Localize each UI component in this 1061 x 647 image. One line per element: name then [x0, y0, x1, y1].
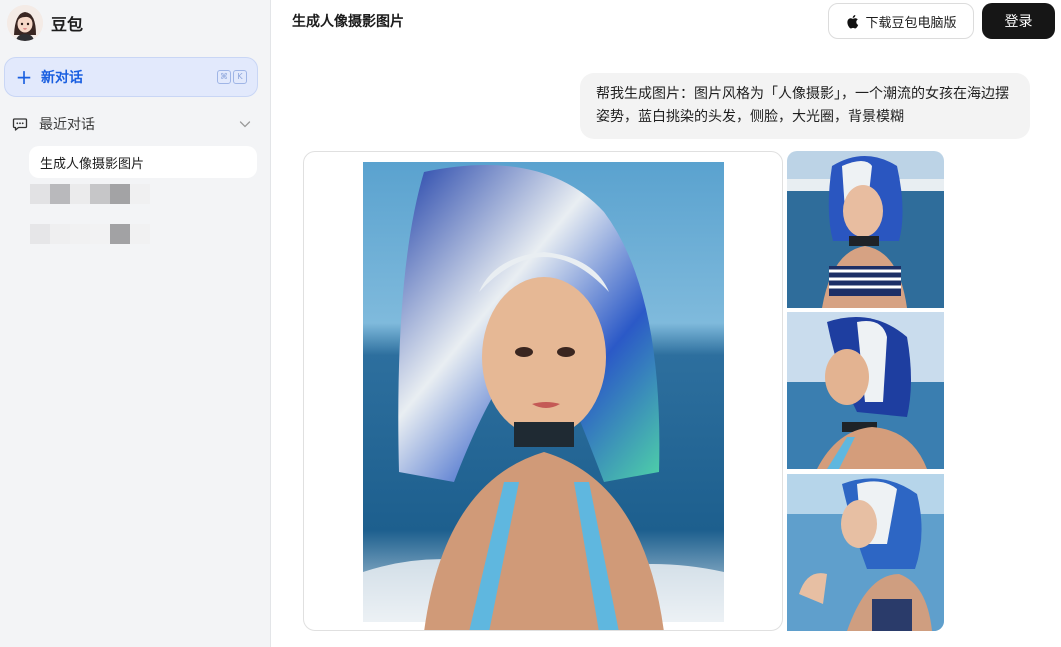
chevron-down-icon[interactable] [238, 117, 252, 131]
user-message-bubble: 帮我生成图片：图片风格为「人像摄影」，一个潮流的女孩在海边摆姿势，蓝白挑染的头发… [580, 73, 1030, 139]
page-title: 生成人像摄影图片 [292, 14, 404, 30]
chat-bubble-icon [12, 118, 28, 131]
sidebar: 豆包 + 新对话 ⌘ K 最近对话 生成人像摄影图片 [0, 0, 271, 647]
conversation-label: 生成人像摄影图片 [40, 156, 145, 172]
generated-image-thumbnail[interactable] [787, 151, 944, 308]
brand-name: 豆包 [51, 15, 84, 34]
generated-image-main[interactable] [303, 151, 783, 631]
recent-title: 最近对话 [39, 117, 95, 133]
generated-image-thumbnail[interactable] [787, 474, 944, 631]
avatar [7, 5, 43, 41]
blurred-conversation-item[interactable] [30, 224, 150, 244]
generated-image-thumbnail[interactable] [787, 312, 944, 469]
shortcut-key-k: K [233, 70, 247, 84]
new-chat-label: 新对话 [41, 70, 83, 86]
conversation-item-active[interactable]: 生成人像摄影图片 [29, 146, 257, 178]
generated-images-grid [303, 151, 944, 631]
shortcut-key-cmd: ⌘ [217, 70, 231, 84]
brand[interactable]: 豆包 [7, 5, 83, 41]
blurred-conversation-item[interactable] [30, 184, 150, 204]
new-chat-button[interactable]: + 新对话 ⌘ K [4, 57, 258, 97]
app-window: 豆包 + 新对话 ⌘ K 最近对话 生成人像摄影图片 生成人像摄影图片 下载豆包… [0, 0, 1061, 647]
login-button[interactable]: 登录 [982, 3, 1055, 39]
recent-conversations-header[interactable]: 最近对话 [12, 112, 252, 136]
plus-icon: + [15, 65, 33, 89]
download-label: 下载豆包电脑版 [865, 15, 957, 31]
apple-icon [847, 14, 859, 28]
download-desktop-button[interactable]: 下载豆包电脑版 [828, 3, 974, 39]
shortcut-hint: ⌘ K [217, 70, 247, 84]
